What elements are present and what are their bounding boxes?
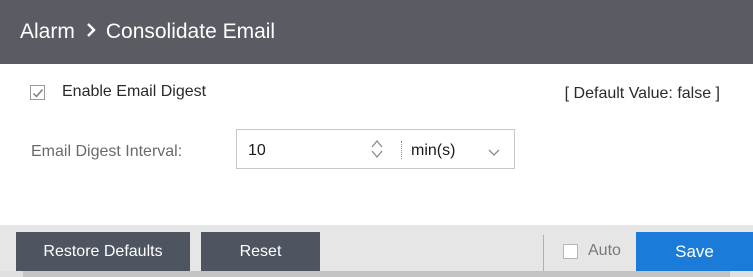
unit-separator xyxy=(401,141,402,159)
enable-digest-label: Enable Email Digest xyxy=(62,83,207,100)
stepper-up-down-icon[interactable] xyxy=(369,138,385,160)
default-value-note: [ Default Value: false ] xyxy=(564,85,720,102)
auto-checkbox[interactable] xyxy=(563,243,578,259)
checkmark-icon xyxy=(33,88,44,98)
settings-panel: Enable Email Digest [ Default Value: fal… xyxy=(0,64,753,277)
enable-digest-row[interactable]: Enable Email Digest xyxy=(30,83,206,101)
chevron-right-icon xyxy=(86,21,96,43)
restore-defaults-button[interactable]: Restore Defaults xyxy=(16,232,190,271)
footer-bar: Restore Defaults Reset Auto Save xyxy=(0,225,753,271)
interval-label: Email Digest Interval: xyxy=(31,143,183,160)
breadcrumb-current: Consolidate Email xyxy=(105,20,276,43)
page-header: Alarm Consolidate Email xyxy=(0,0,753,64)
breadcrumb-parent[interactable]: Alarm xyxy=(20,20,75,44)
auto-toggle[interactable]: Auto xyxy=(563,242,621,260)
interval-input[interactable]: 10 min(s) xyxy=(236,129,515,169)
save-button[interactable]: Save xyxy=(636,232,753,271)
footer-divider xyxy=(543,235,544,271)
interval-value[interactable]: 10 xyxy=(248,142,266,160)
auto-label: Auto xyxy=(588,242,621,259)
chevron-down-icon[interactable] xyxy=(488,144,500,162)
enable-digest-checkbox[interactable] xyxy=(30,84,45,100)
reset-button[interactable]: Reset xyxy=(201,232,320,271)
interval-unit-select[interactable]: min(s) xyxy=(411,142,455,160)
